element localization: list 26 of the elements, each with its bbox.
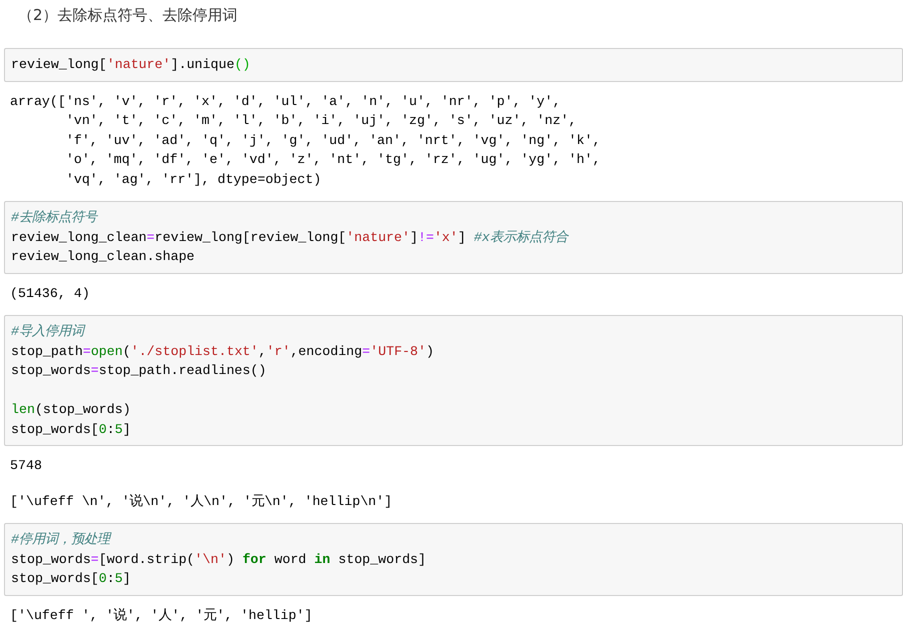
output-text: 'vq', 'ag', 'rr'], dtype=object) [64, 170, 322, 188]
code-cell[interactable]: #停用词，预处理 stop_words=[word.strip('\n') for word in stop_words] stop_words[0:5] [4, 523, 903, 596]
output-text: ['\ufeff \n', '说\n', '人\n', '元\n', 'hellip\n'] [10, 492, 392, 510]
output-text: (51436, 4) [10, 284, 90, 302]
output-text: array(['ns', 'v', 'r', 'x', 'd', 'ul', 'a', 'n', 'u', 'nr', 'p', 'y', [10, 92, 561, 110]
code-line: #去除标点符号 [11, 209, 97, 227]
code-line: stop_words[0:5] [11, 570, 131, 588]
output-text: 'f', 'uv', 'ad', 'q', 'j', 'g', 'ud', 'an', 'nrt', 'vg', 'ng', 'k', [64, 132, 600, 150]
code-line: stop_words[0:5] [11, 420, 131, 438]
code-line: #导入停用词 [11, 323, 84, 341]
code-line: review_long_clean=review_long[review_long['nature']!='x'] #x表示标点符合 [11, 228, 568, 246]
output-text: 5748 [10, 457, 42, 475]
code-cell[interactable]: #导入停用词 stop_path=open('./stoplist.txt','r',encoding='UTF-8') stop_words=stop_path.readlines() len(stop_words) stop_words[0:5] [4, 315, 903, 446]
code-cell[interactable]: review_long['nature'].unique() [4, 48, 903, 82]
section-heading: （2）去除标点符号、去除停用词 [17, 5, 239, 26]
output-text: 'vn', 't', 'c', 'm', 'l', 'b', 'i', 'uj', 'zg', 's', 'uz', 'nz', [64, 112, 577, 130]
code-line: review_long_clean.shape [11, 248, 195, 266]
code-cell[interactable]: #去除标点符号 review_long_clean=review_long[review_long['nature']!='x'] #x表示标点符合 review_long_clean.shape [4, 201, 903, 274]
code-line: review_long['nature'].unique() [11, 56, 250, 74]
code-line: #停用词，预处理 [11, 531, 110, 549]
code-line: stop_words=[word.strip('\n') for word in stop_words] [11, 550, 426, 568]
output-text: 'o', 'mq', 'df', 'e', 'vd', 'z', 'nt', 'tg', 'rz', 'ug', 'yg', 'h', [64, 151, 600, 169]
code-line: stop_words=stop_path.readlines() [11, 362, 266, 380]
output-text: ['\ufeff ', '说', '人', '元', 'hellip'] [10, 606, 312, 624]
code-line: len(stop_words) [11, 401, 131, 419]
code-line: stop_path=open('./stoplist.txt','r',encoding='UTF-8') [11, 342, 434, 360]
